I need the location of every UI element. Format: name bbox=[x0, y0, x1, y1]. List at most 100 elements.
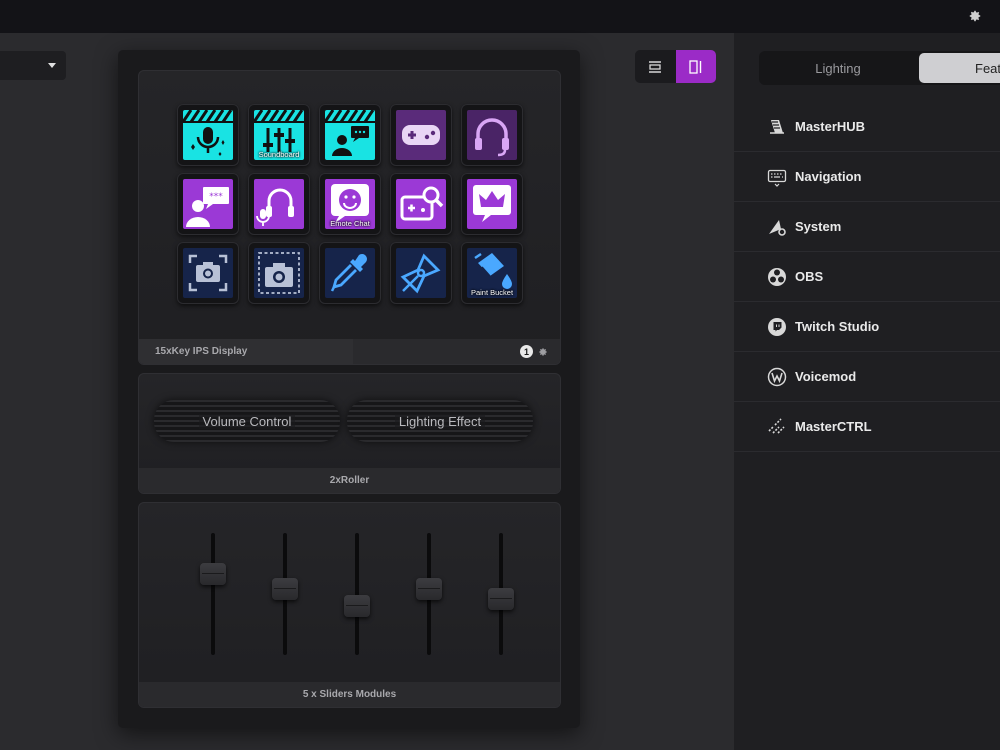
slider-module-label: 5 x Sliders Modules bbox=[302, 689, 397, 700]
panel-tabs: Lighting Featu bbox=[759, 51, 1000, 85]
roller-label: Volume Control bbox=[198, 413, 296, 429]
key-face: *** bbox=[183, 179, 233, 229]
person-password-icon: *** bbox=[183, 179, 233, 229]
tab-lighting[interactable]: Lighting bbox=[759, 53, 917, 83]
key-pen-tool[interactable] bbox=[390, 242, 452, 304]
plugin-label: Twitch Studio bbox=[795, 319, 880, 334]
voicemod-icon bbox=[767, 367, 787, 386]
module-settings-gear-icon[interactable] bbox=[538, 347, 548, 357]
mic-sparkle-icon bbox=[183, 110, 233, 160]
tab-features[interactable]: Featu bbox=[919, 53, 1000, 83]
slider-knob[interactable] bbox=[200, 563, 226, 585]
key-paint-bucket[interactable]: Paint Bucket bbox=[461, 242, 523, 304]
key-face: Emote Chat bbox=[325, 179, 375, 229]
plugin-item-masterctrl[interactable]: MasterCTRL bbox=[734, 402, 1000, 452]
headset-icon bbox=[467, 110, 517, 160]
slider-knob[interactable] bbox=[344, 595, 370, 617]
layout-horizontal-button[interactable] bbox=[635, 50, 676, 83]
key-gamepad-search[interactable] bbox=[390, 173, 452, 235]
slider-1[interactable] bbox=[200, 533, 226, 655]
plugin-label: Navigation bbox=[795, 169, 862, 184]
device-preview: Soundboard *** Emote Chat Paint Bucket 15xK… bbox=[118, 50, 580, 728]
key-face: Soundboard bbox=[254, 110, 304, 160]
key-eyedropper[interactable] bbox=[319, 242, 381, 304]
roller-volume-control[interactable]: Volume Control bbox=[154, 400, 340, 442]
plugin-list: MasterHUB Navigation System OBS Twitch S… bbox=[734, 102, 1000, 452]
key-face bbox=[325, 110, 375, 160]
plugin-label: OBS bbox=[795, 269, 824, 284]
page-badge[interactable]: 1 bbox=[520, 345, 533, 358]
chevron-down-icon bbox=[48, 63, 56, 68]
gamepad-icon bbox=[396, 110, 446, 160]
key-screenshot[interactable] bbox=[177, 242, 239, 304]
key-mic-headset[interactable] bbox=[248, 173, 310, 235]
slider-3[interactable] bbox=[344, 533, 370, 655]
person-chat-icon bbox=[325, 110, 375, 160]
key-person-chat[interactable] bbox=[319, 104, 381, 166]
key-gamepad[interactable] bbox=[390, 104, 452, 166]
key-label: Paint Bucket bbox=[470, 288, 514, 297]
key-face bbox=[396, 110, 446, 160]
layout-toggle bbox=[635, 50, 716, 83]
key-soundboard[interactable]: Soundboard bbox=[248, 104, 310, 166]
plugin-label: System bbox=[795, 219, 842, 234]
key-face bbox=[254, 248, 304, 298]
system-icon bbox=[769, 219, 786, 236]
plugin-item-voicemod[interactable]: Voicemod bbox=[734, 352, 1000, 402]
plugin-label: MasterCTRL bbox=[795, 419, 872, 434]
roller-module-footer: 2xRoller bbox=[139, 468, 560, 493]
mic-headset-icon bbox=[254, 179, 304, 229]
pen-tool-icon bbox=[396, 248, 446, 298]
plugin-item-navigation[interactable]: Navigation bbox=[734, 152, 1000, 202]
plugin-label: MasterHUB bbox=[795, 119, 866, 134]
key-screenshot-region[interactable] bbox=[248, 242, 310, 304]
key-face: Paint Bucket bbox=[467, 248, 517, 298]
roller-module: Volume Control Lighting Effect 2xRoller bbox=[138, 373, 561, 494]
key-person-password[interactable]: *** bbox=[177, 173, 239, 235]
keys-module-label: 15xKey IPS Display bbox=[139, 339, 353, 364]
profile-dropdown[interactable] bbox=[0, 51, 66, 80]
masterctrl-icon bbox=[768, 417, 785, 434]
slider-knob[interactable] bbox=[272, 578, 298, 600]
key-emote-chat[interactable]: Emote Chat bbox=[319, 173, 381, 235]
key-face bbox=[325, 248, 375, 298]
slider-track[interactable] bbox=[355, 533, 359, 655]
slider-track[interactable] bbox=[211, 533, 215, 655]
slider-knob[interactable] bbox=[488, 588, 514, 610]
layout-horizontal-icon bbox=[649, 60, 662, 73]
roller-lighting-effect[interactable]: Lighting Effect bbox=[347, 400, 533, 442]
slider-knob[interactable] bbox=[416, 578, 442, 600]
eyedropper-icon bbox=[325, 248, 375, 298]
obs-icon bbox=[768, 267, 786, 286]
key-crown-chat[interactable] bbox=[461, 173, 523, 235]
settings-gear-icon[interactable] bbox=[968, 9, 982, 23]
screenshot-icon bbox=[183, 248, 233, 298]
slider-4[interactable] bbox=[416, 533, 442, 655]
plugin-label: Voicemod bbox=[795, 369, 857, 384]
slider-5[interactable] bbox=[488, 533, 514, 655]
key-label: Soundboard bbox=[258, 150, 300, 159]
plugin-item-masterhub[interactable]: MasterHUB bbox=[734, 102, 1000, 152]
roller-module-label: 2xRoller bbox=[329, 475, 370, 486]
masterhub-icon bbox=[770, 119, 784, 134]
key-face bbox=[254, 179, 304, 229]
layout-vertical-button[interactable] bbox=[675, 50, 716, 83]
key-face bbox=[467, 110, 517, 160]
feature-panel: Lighting Featu MasterHUB Navigation Syst… bbox=[734, 33, 1000, 750]
key-face bbox=[396, 179, 446, 229]
keys-module: Soundboard *** Emote Chat Paint Bucket 15xK… bbox=[138, 70, 561, 365]
screenshot-region-icon bbox=[254, 248, 304, 298]
key-headset[interactable] bbox=[461, 104, 523, 166]
slider-2[interactable] bbox=[272, 533, 298, 655]
key-label: Emote Chat bbox=[330, 219, 370, 228]
gamepad-search-icon bbox=[396, 179, 446, 229]
plugin-item-obs[interactable]: OBS bbox=[734, 252, 1000, 302]
svg-text:***: *** bbox=[209, 192, 223, 202]
key-face bbox=[467, 179, 517, 229]
key-mic-sparkle[interactable] bbox=[177, 104, 239, 166]
plugin-item-system[interactable]: System bbox=[734, 202, 1000, 252]
slider-module: 5 x Sliders Modules bbox=[138, 502, 561, 708]
plugin-item-twitch-studio[interactable]: Twitch Studio bbox=[734, 302, 1000, 352]
key-face bbox=[183, 110, 233, 160]
crown-chat-icon bbox=[467, 179, 517, 229]
